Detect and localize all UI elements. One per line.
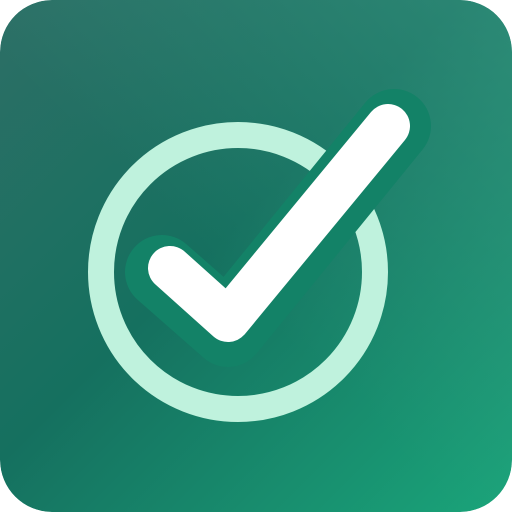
app-icon-artwork bbox=[0, 0, 512, 512]
app-icon bbox=[0, 0, 512, 512]
